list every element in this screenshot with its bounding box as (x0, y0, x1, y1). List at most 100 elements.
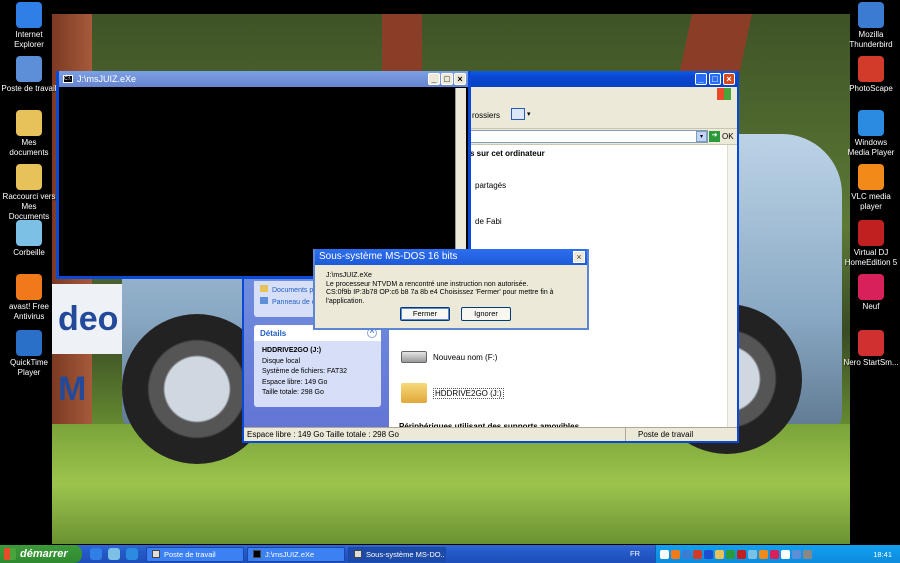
close-icon[interactable]: × (573, 251, 585, 263)
details-type: Disque local (262, 357, 301, 365)
details-panel: Détails ˄ HDDRIVE2GO (J:) Disque local S… (254, 325, 381, 407)
virtualdj-icon (858, 220, 884, 246)
app-tray-icon[interactable] (803, 549, 812, 559)
photoscape-icon (858, 56, 884, 82)
go-arrow-icon[interactable]: ➜ (709, 131, 720, 142)
desktop-shortcut[interactable]: Mes documents (1, 110, 57, 158)
nero-icon (858, 330, 884, 356)
dos-titlebar[interactable]: C:\ J:\msJUIZ.eXe _ □ × (59, 71, 468, 87)
system-tray: 18:41 (655, 545, 900, 563)
network-tray-icon[interactable] (682, 549, 691, 559)
avast-tray-icon[interactable] (671, 549, 680, 559)
app-tray-icon[interactable] (715, 549, 724, 559)
desktop-shortcut-label: QuickTime Player (10, 358, 48, 377)
app-tray-icon[interactable] (693, 549, 702, 559)
explorer-scrollbar[interactable] (727, 145, 737, 428)
folder-icon (260, 285, 268, 292)
taskbar-button-dialog[interactable]: Sous-système MS-DO... (348, 546, 446, 562)
close-icon[interactable]: × (723, 73, 735, 85)
details-total: Taille totale: 298 Go (262, 389, 324, 396)
error-dialog[interactable]: Sous-système MS-DOS 16 bits × J:\msJUIZ.… (313, 249, 589, 330)
desktop-shortcut[interactable]: Neuf (843, 274, 899, 312)
volume-tray-icon[interactable] (781, 549, 790, 559)
dialog-message: J:\msJUIZ.eXe Le processeur NTVDM a renc… (326, 272, 554, 305)
taskbar-button-dos[interactable]: J:\msJUIZ.eXe (247, 546, 345, 562)
desktop-shortcut[interactable]: PhotoScape (843, 56, 899, 94)
recycle-bin-icon (16, 220, 42, 246)
tray-expand-icon[interactable] (660, 549, 669, 559)
close-icon[interactable]: × (454, 73, 466, 85)
dos-console-window[interactable]: C:\ J:\msJUIZ.eXe _ □ × (56, 71, 471, 279)
desktop-shortcut-label: Mozilla Thunderbird (849, 30, 893, 49)
app-tray-icon[interactable] (759, 549, 768, 559)
windows-flag-icon (4, 548, 16, 560)
window-icon (354, 550, 362, 558)
status-location: Poste de travail (625, 428, 693, 441)
console-icon (253, 550, 261, 558)
desktop-shortcut[interactable]: QuickTime Player (1, 330, 57, 378)
folder-icon (401, 383, 427, 403)
desktop-shortcut-label: Raccourci vers Mes Documents (2, 192, 56, 221)
desktop-shortcut-label: Virtual DJ HomeEdition 5 (844, 248, 898, 267)
show-desktop-icon[interactable] (108, 548, 120, 560)
desktop-shortcut[interactable]: Corbeille (1, 220, 57, 258)
details-name: HDDRIVE2GO (J:) (262, 347, 322, 354)
thunderbird-icon (858, 2, 884, 28)
desktop-shortcut[interactable]: avast! Free Antivirus (1, 274, 57, 322)
neuf-icon (858, 274, 884, 300)
desktop-shortcut[interactable]: Poste de travail (1, 56, 57, 94)
bluetooth-tray-icon[interactable] (704, 549, 713, 559)
address-dropdown-icon[interactable]: ▾ (696, 131, 707, 142)
close-button[interactable]: Fermer (400, 307, 450, 321)
app-tray-icon[interactable] (726, 549, 735, 559)
app-tray-icon[interactable] (748, 549, 757, 559)
app-tray-icon[interactable] (792, 549, 801, 559)
dialog-titlebar[interactable]: Sous-système MS-DOS 16 bits × (315, 249, 587, 265)
minimize-icon[interactable]: _ (428, 73, 440, 85)
desktop-shortcut[interactable]: Internet Explorer (1, 2, 57, 50)
app-tray-icon[interactable] (770, 549, 779, 559)
desktop-shortcut[interactable]: Mozilla Thunderbird (843, 2, 899, 50)
console-icon: C:\ (63, 75, 73, 83)
desktop-shortcut[interactable]: Windows Media Player (843, 110, 899, 158)
minimize-icon[interactable]: _ (695, 73, 707, 85)
section-header: s sur cet ordinateur (470, 149, 545, 158)
app-tray-icon[interactable] (737, 549, 746, 559)
computer-icon (16, 56, 42, 82)
desktop-shortcut-label: Mes documents (9, 138, 49, 157)
console-scrollbar[interactable] (455, 88, 466, 274)
desktop-shortcut-label: PhotoScape (849, 84, 893, 93)
media-player-icon (858, 110, 884, 136)
chevron-down-icon[interactable]: ▾ (527, 110, 531, 118)
desktop-shortcut[interactable]: Nero StartSm... (843, 330, 899, 368)
views-icon[interactable] (511, 108, 525, 120)
taskbar: démarrer Poste de travail J:\msJUIZ.eXe … (0, 545, 900, 563)
folders-button[interactable]: rossiers (472, 111, 500, 120)
desktop-shortcut-label: Nero StartSm... (843, 358, 899, 367)
details-free: Espace libre: 149 Go (262, 378, 328, 386)
quick-launch (90, 548, 138, 560)
taskbar-button-explorer[interactable]: Poste de travail (146, 546, 244, 562)
maximize-icon[interactable]: □ (441, 73, 453, 85)
desktop-shortcut[interactable]: Raccourci vers Mes Documents (1, 164, 57, 222)
desktop-shortcut-label: VLC media player (851, 192, 891, 211)
drive-item-f[interactable]: Nouveau nom (F:) (401, 351, 497, 363)
avast-icon (16, 274, 42, 300)
ignore-button[interactable]: Ignorer (461, 307, 511, 321)
status-bar: Espace libre : 149 Go Taille totale : 29… (244, 427, 737, 441)
desktop-shortcut[interactable]: VLC media player (843, 164, 899, 212)
computer-icon (152, 550, 160, 558)
clock[interactable]: 18:41 (873, 550, 900, 559)
user-folder-label[interactable]: de Fabi (475, 217, 502, 226)
drive-item-j[interactable]: HDDRIVE2GO (J:) (401, 383, 504, 403)
language-indicator[interactable]: FR (630, 545, 640, 563)
desktop-shortcut[interactable]: Virtual DJ HomeEdition 5 (843, 220, 899, 268)
maximize-icon[interactable]: □ (709, 73, 721, 85)
ie-quicklaunch-icon[interactable] (90, 548, 102, 560)
start-button[interactable]: démarrer (0, 545, 82, 563)
desktop-shortcut-label: avast! Free Antivirus (8, 302, 49, 321)
media-player-quicklaunch-icon[interactable] (126, 548, 138, 560)
go-button[interactable]: OK (722, 132, 734, 141)
vlc-icon (858, 164, 884, 190)
shared-label[interactable]: partagés (475, 181, 506, 190)
